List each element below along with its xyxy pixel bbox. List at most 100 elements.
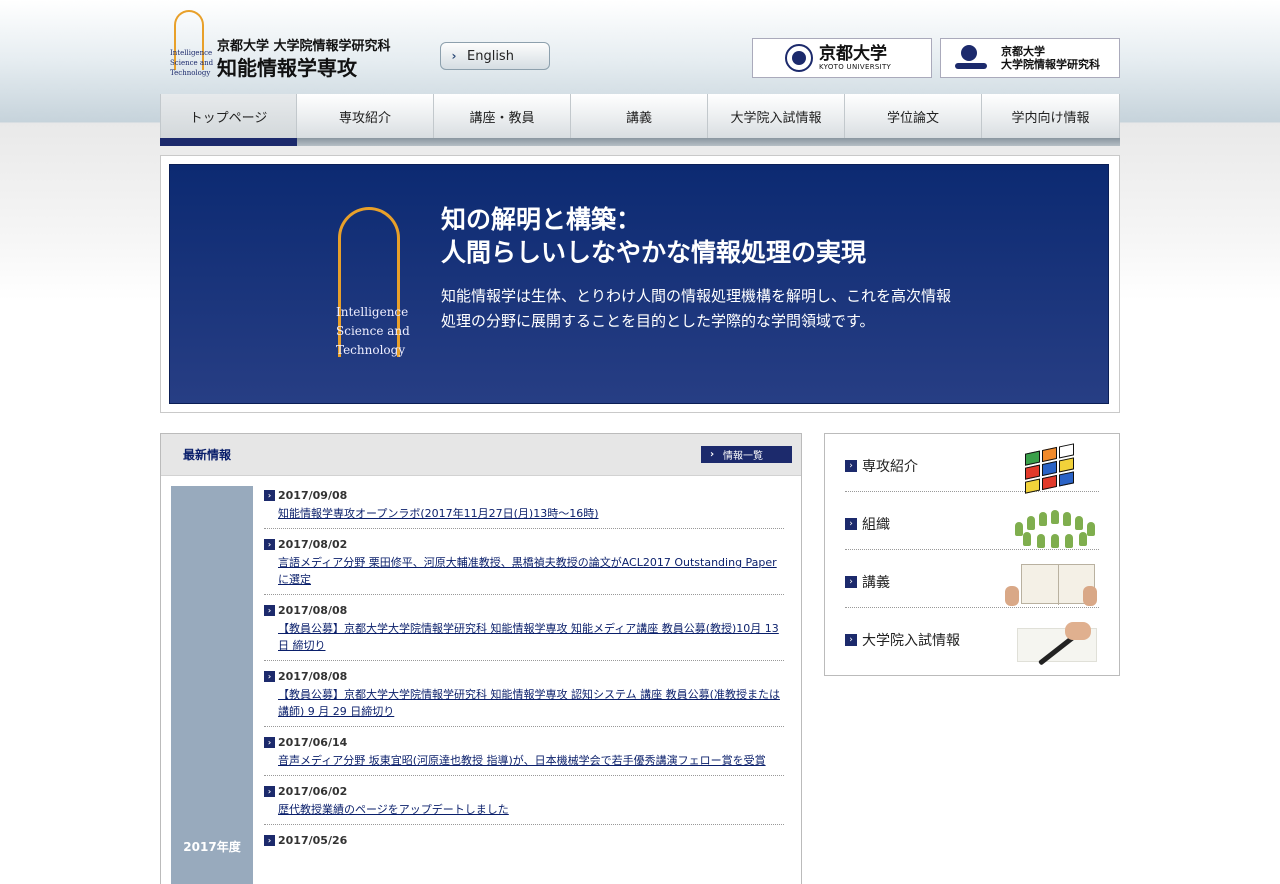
news-list-button-label: 情報一覧: [723, 451, 763, 462]
chevron-right-icon: ›: [451, 49, 457, 63]
logo-line: Science and: [170, 59, 214, 67]
hero-logo-line: Intelligence: [336, 305, 409, 319]
news-date: › 2017/08/02: [264, 537, 784, 551]
nav-indicator-track: [297, 138, 1120, 146]
news-date-text: 2017/08/08: [278, 603, 348, 617]
hero-logo-text: Intelligence Science and Technology: [336, 303, 410, 360]
rubiks-cube-icon: [1025, 442, 1079, 495]
hero-title-line: 人間らしいしなやかな情報処理の実現: [441, 238, 867, 267]
side-item-organization[interactable]: › 組織: [845, 492, 1099, 550]
news-date-text: 2017/05/26: [278, 833, 348, 847]
rubiks-cube-image: [1003, 443, 1099, 494]
arrow-right-icon: ›: [845, 460, 857, 472]
news-date-text: 2017/08/08: [278, 669, 348, 683]
nav-item-lectures[interactable]: 講義: [571, 94, 708, 138]
arrow-right-icon: ›: [264, 538, 275, 550]
side-item-label: › 講義: [845, 572, 890, 592]
nav-item-department[interactable]: 専攻紹介: [297, 94, 434, 138]
nav-item-internal[interactable]: 学内向け情報: [982, 94, 1120, 138]
nav-item-theses[interactable]: 学位論文: [845, 94, 982, 138]
side-menu: › 専攻紹介 › 組織 › 講義 › 大学院入試情報: [824, 433, 1120, 676]
news-item: › 2017/06/02 歴代教授業績のページをアップデートしました: [264, 782, 784, 825]
hand-icon: [1005, 586, 1019, 606]
news-item: › 2017/08/02 言語メディア分野 栗田修平、河原大輔准教授、黒橋禎夫教授…: [264, 535, 784, 595]
arrow-right-icon: ›: [845, 576, 857, 588]
news-link[interactable]: 歴代教授業績のページをアップデートしました: [278, 801, 784, 818]
arrow-right-icon: ›: [264, 489, 275, 501]
news-date: › 2017/08/08: [264, 669, 784, 683]
news-link[interactable]: 知能情報学専攻オープンラボ(2017年11月27日(月)13時～16時): [278, 505, 784, 522]
news-date: › 2017/09/08: [264, 488, 784, 502]
chevron-right-icon: ›: [709, 449, 715, 460]
logo-english-text: Intelligence Science and Technology: [170, 48, 213, 78]
news-header: 最新情報 › 情報一覧: [161, 434, 801, 476]
kyoto-university-banner[interactable]: 京都大学 KYOTO UNIVERSITY: [752, 38, 932, 78]
main-nav: トップページ 専攻紹介 講座・教員 講義 大学院入試情報 学位論文 学内向け情報: [160, 94, 1120, 146]
notebook-image: [1003, 562, 1099, 606]
side-item-department[interactable]: › 専攻紹介: [845, 434, 1099, 494]
hand-icon: [1083, 586, 1097, 606]
side-item-text: 専攻紹介: [862, 459, 918, 475]
english-button[interactable]: › English: [440, 42, 550, 70]
news-link[interactable]: 音声メディア分野 坂東宜昭(河原達也教授 指導)が、日本機械学会で若手優秀講演フ…: [278, 752, 784, 769]
side-item-text: 組織: [862, 517, 890, 533]
side-item-admissions[interactable]: › 大学院入試情報: [845, 608, 1099, 666]
side-item-label: › 組織: [845, 514, 890, 534]
kyoto-university-jp: 京都大学: [819, 44, 887, 64]
nav-item-admissions[interactable]: 大学院入試情報: [708, 94, 845, 138]
news-item: › 2017/08/08 【教員公募】京都大学大学院情報学研究科 知能情報学専攻 …: [264, 601, 784, 661]
hero-logo-line: Technology: [336, 343, 406, 357]
logo-line: Intelligence: [170, 49, 213, 57]
hero-description: 知能情報学は生体、とりわけ人間の情報処理機構を解明し、これを高次情報処理の分野に…: [441, 287, 952, 330]
nav-item-top[interactable]: トップページ: [160, 94, 297, 138]
nav-indicator-bar: [160, 138, 1120, 146]
arrow-right-icon: ›: [264, 670, 275, 682]
hand-icon: [1065, 622, 1091, 640]
news-date: › 2017/05/26: [264, 833, 784, 847]
hero-frame: Intelligence Science and Technology 知の解明…: [160, 155, 1120, 413]
graduate-school-line1: 京都大学: [1001, 45, 1045, 58]
arrow-right-icon: ›: [264, 604, 275, 616]
nav-item-faculty[interactable]: 講座・教員: [434, 94, 571, 138]
logo-line: Technology: [170, 69, 211, 77]
news-link[interactable]: 【教員公募】京都大学大学院情報学研究科 知能情報学専攻 認知システム 講座 教員…: [278, 686, 784, 720]
news-date-text: 2017/09/08: [278, 488, 348, 502]
arrow-right-icon: ›: [264, 785, 275, 797]
year-column: 2017年度: [171, 486, 253, 884]
news-link[interactable]: 【教員公募】京都大学大学院情報学研究科 知能情報学専攻 知能メディア講座 教員公…: [278, 620, 784, 654]
pen-writing-image: [1003, 620, 1099, 666]
arrow-right-icon: ›: [264, 736, 275, 748]
news-item: › 2017/08/08 【教員公募】京都大学大学院情報学研究科 知能情報学専攻 …: [264, 667, 784, 727]
year-label: 2017年度: [183, 840, 241, 854]
news-item: › 2017/05/26: [264, 831, 784, 856]
kyoto-university-en: KYOTO UNIVERSITY: [819, 63, 892, 71]
news-item: › 2017/09/08 知能情報学専攻オープンラボ(2017年11月27日(月)…: [264, 486, 784, 529]
hero-logo-line: Science and: [336, 324, 410, 338]
hero-title: 知の解明と構築： 人間らしいしなやかな情報処理の実現: [441, 203, 866, 269]
side-item-text: 大学院入試情報: [862, 633, 960, 649]
news-date-text: 2017/06/14: [278, 735, 348, 749]
arrow-right-icon: ›: [264, 834, 275, 846]
side-item-text: 講義: [862, 575, 890, 591]
nav-active-indicator: [160, 138, 297, 146]
news-list-button[interactable]: › 情報一覧: [701, 446, 792, 463]
news-date: › 2017/06/14: [264, 735, 784, 749]
news-link[interactable]: 言語メディア分野 栗田修平、河原大輔准教授、黒橋禎夫教授の論文がACL2017 …: [278, 554, 784, 588]
graduate-school-line2: 大学院情報学研究科: [1001, 58, 1100, 71]
site-logo[interactable]: Intelligence Science and Technology 京都大学…: [168, 8, 418, 80]
logo-department: 知能情報学専攻: [217, 56, 357, 80]
graduate-school-mark-icon: [955, 43, 987, 73]
kyoto-university-seal-icon: [785, 44, 813, 72]
people-ring-image: [1003, 504, 1099, 548]
hero-banner: Intelligence Science and Technology 知の解明…: [169, 164, 1109, 404]
news-item: › 2017/06/14 音声メディア分野 坂東宜昭(河原達也教授 指導)が、日本…: [264, 733, 784, 776]
english-button-label: English: [467, 48, 514, 64]
arrow-right-icon: ›: [845, 518, 857, 530]
news-title: 最新情報: [183, 448, 232, 462]
side-item-label: › 専攻紹介: [845, 456, 918, 476]
hero-title-line: 知の解明と構築：: [441, 205, 642, 234]
side-item-lectures[interactable]: › 講義: [845, 550, 1099, 608]
graduate-school-banner[interactable]: 京都大学 大学院情報学研究科: [940, 38, 1120, 78]
news-date: › 2017/08/08: [264, 603, 784, 617]
news-date: › 2017/06/02: [264, 784, 784, 798]
